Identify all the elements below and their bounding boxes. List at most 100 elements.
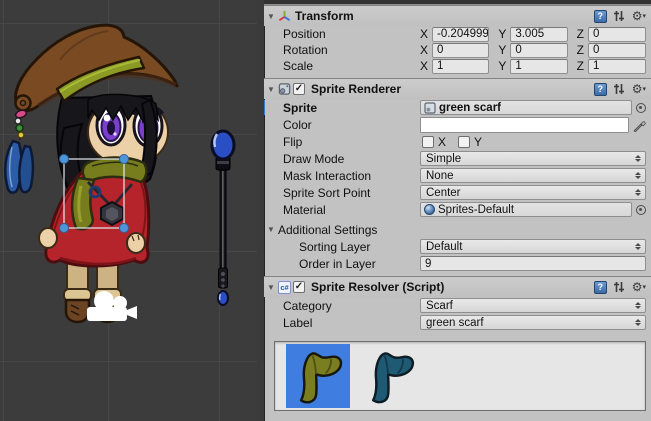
category-dropdown[interactable]: Scarf [420,298,646,313]
flip-x-label: X [438,135,446,149]
preset-icon[interactable] [613,83,626,96]
selection-handle[interactable] [60,224,69,233]
additional-settings-row: ▼ Additional Settings [264,221,651,238]
color-row: Color [264,116,651,133]
foldout-triangle-icon[interactable]: ▼ [264,283,278,292]
scale-z-field[interactable]: 1 [588,59,646,74]
gear-icon[interactable]: ⚙▾ [632,281,646,293]
dropdown-arrows-icon [635,319,641,326]
eyedropper-icon[interactable] [632,118,646,132]
axis-z-label: Z [577,27,584,41]
help-icon[interactable]: ? [594,10,607,23]
position-z-field[interactable]: 0 [588,27,646,42]
draw-mode-row: Draw Mode Simple [264,150,651,167]
mask-interaction-row: Mask Interaction None [264,167,651,184]
sprite-label: Sprite [264,101,420,115]
material-sphere-icon [424,204,435,215]
transform-title: Transform [295,9,354,23]
order-in-layer-label: Order in Layer [264,257,420,271]
sorting-layer-row: Sorting Layer Default [264,238,651,255]
sorting-layer-dropdown[interactable]: Default [420,239,646,254]
object-picker-icon[interactable] [636,205,646,215]
transform-header[interactable]: ▼ Transform ? ⚙▾ [264,5,651,26]
label-row: Label green scarf [264,314,651,331]
sprite-renderer-icon [278,83,291,96]
foldout-triangle-icon[interactable]: ▼ [264,12,278,21]
scene-view[interactable] [0,0,257,421]
rotation-x-field[interactable]: 0 [432,43,489,58]
order-in-layer-row: Order in Layer 9 [264,255,651,272]
sprite-row: Sprite green scarf [264,99,651,116]
unity-editor-window: ▼ Transform ? ⚙▾ Position [0,0,651,421]
material-object-field[interactable]: Sprites-Default [420,202,632,217]
mask-interaction-label: Mask Interaction [264,169,420,183]
axis-x-label: X [420,43,428,57]
sprite-sort-point-row: Sprite Sort Point Center [264,184,651,201]
sprite-asset-icon [424,102,436,114]
foldout-triangle-icon[interactable]: ▼ [264,225,278,234]
dropdown-arrows-icon [635,243,641,250]
gear-icon[interactable]: ⚙▾ [632,10,646,22]
axis-y-label: Y [498,59,506,73]
flip-x-checkbox[interactable] [422,136,434,148]
axis-y-label: Y [498,43,506,57]
help-icon[interactable]: ? [594,83,607,96]
rotation-row: Rotation X0 Y0 Z0 [264,42,651,58]
position-x-field[interactable]: -0.204999 [432,27,489,42]
label-dropdown[interactable]: green scarf [420,315,646,330]
sprite-resolver-header[interactable]: ▼ c# Sprite Resolver (Script) ? ⚙▾ [264,276,651,297]
thumbnail-blue-scarf[interactable] [358,344,422,408]
label-label: Label [264,316,420,330]
dropdown-arrows-icon [635,155,641,162]
position-y-field[interactable]: 3.005 [510,27,567,42]
flip-y-checkbox[interactable] [458,136,470,148]
csharp-script-icon: c# [278,281,291,294]
axis-z-label: Z [577,59,584,73]
scale-y-field[interactable]: 1 [510,59,567,74]
sorting-layer-label: Sorting Layer [264,240,420,254]
order-in-layer-field[interactable]: 9 [420,256,646,271]
material-label: Material [264,203,420,217]
sprite-sort-point-label: Sprite Sort Point [264,186,420,200]
sprite-renderer-title: Sprite Renderer [311,82,401,96]
rotation-y-field[interactable]: 0 [510,43,567,58]
sprite-resolver-title: Sprite Resolver (Script) [311,280,444,294]
thumbnail-green-scarf[interactable] [286,344,350,408]
flip-label: Flip [264,135,420,149]
color-label: Color [264,118,420,132]
position-row: Position X-0.204999 Y3.005 Z0 [264,26,651,42]
axis-z-label: Z [577,43,584,57]
selection-handle[interactable] [120,224,129,233]
object-picker-icon[interactable] [636,103,646,113]
material-row: Material Sprites-Default [264,201,651,218]
rotation-label: Rotation [264,43,420,57]
prefab-override-bar [262,100,265,115]
selection-handle[interactable] [120,155,129,164]
position-label: Position [264,27,420,41]
scale-x-field[interactable]: 1 [432,59,489,74]
preset-icon[interactable] [613,281,626,294]
rotation-z-field[interactable]: 0 [588,43,646,58]
color-swatch-field[interactable] [420,117,629,133]
dropdown-arrows-icon [635,189,641,196]
dropdown-arrows-icon [635,302,641,309]
dropdown-arrows-icon [635,172,641,179]
additional-settings-label: Additional Settings [278,223,377,237]
selection-handle[interactable] [60,155,69,164]
inspector-panel: ▼ Transform ? ⚙▾ Position [257,0,651,421]
foldout-triangle-icon[interactable]: ▼ [264,85,278,94]
mask-interaction-dropdown[interactable]: None [420,168,646,183]
category-label: Category [264,299,420,313]
sprite-sort-point-dropdown[interactable]: Center [420,185,646,200]
sprite-variant-grid [274,341,646,411]
sprite-renderer-header[interactable]: ▼ Sprite Renderer ? ⚙▾ [264,78,651,99]
flip-y-label: Y [474,135,482,149]
component-enabled-checkbox[interactable] [293,281,305,293]
draw-mode-dropdown[interactable]: Simple [420,151,646,166]
gear-icon[interactable]: ⚙▾ [632,83,646,95]
scene-canvas[interactable] [0,0,257,421]
sprite-object-field[interactable]: green scarf [420,100,632,115]
component-enabled-checkbox[interactable] [293,83,305,95]
help-icon[interactable]: ? [594,281,607,294]
preset-icon[interactable] [613,10,626,23]
